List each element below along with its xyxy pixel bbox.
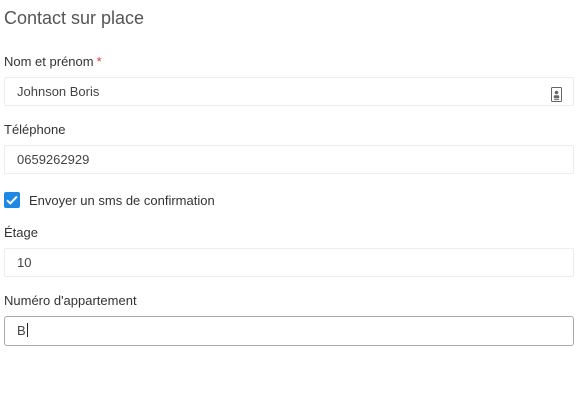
- sms-confirmation-checkbox[interactable]: [4, 192, 20, 208]
- required-marker: *: [96, 54, 102, 69]
- name-value: Johnson Boris: [17, 84, 100, 99]
- phone-field[interactable]: 0659262929: [4, 145, 574, 174]
- contact-form: Contact sur place Nom et prénom * Johnson…: [0, 0, 583, 414]
- apartment-label: Numéro d'appartement: [4, 293, 137, 308]
- phone-label: Téléphone: [4, 122, 66, 137]
- text-cursor: [26, 323, 28, 337]
- apartment-value: B: [17, 323, 26, 338]
- contact-card-icon[interactable]: [551, 84, 562, 102]
- floor-value: 10: [17, 255, 32, 270]
- name-label-text: Nom et prénom: [4, 54, 94, 69]
- sms-confirmation-label[interactable]: Envoyer un sms de confirmation: [29, 193, 215, 208]
- sms-confirmation-row[interactable]: Envoyer un sms de confirmation: [4, 191, 215, 209]
- floor-label: Étage: [4, 225, 38, 240]
- checkmark-icon: [6, 195, 18, 205]
- name-label: Nom et prénom *: [4, 54, 102, 70]
- apartment-field[interactable]: B: [4, 316, 574, 346]
- section-title: Contact sur place: [4, 8, 145, 28]
- name-field[interactable]: Johnson Boris: [4, 77, 574, 106]
- floor-field[interactable]: 10: [4, 248, 574, 277]
- phone-value: 0659262929: [17, 152, 90, 167]
